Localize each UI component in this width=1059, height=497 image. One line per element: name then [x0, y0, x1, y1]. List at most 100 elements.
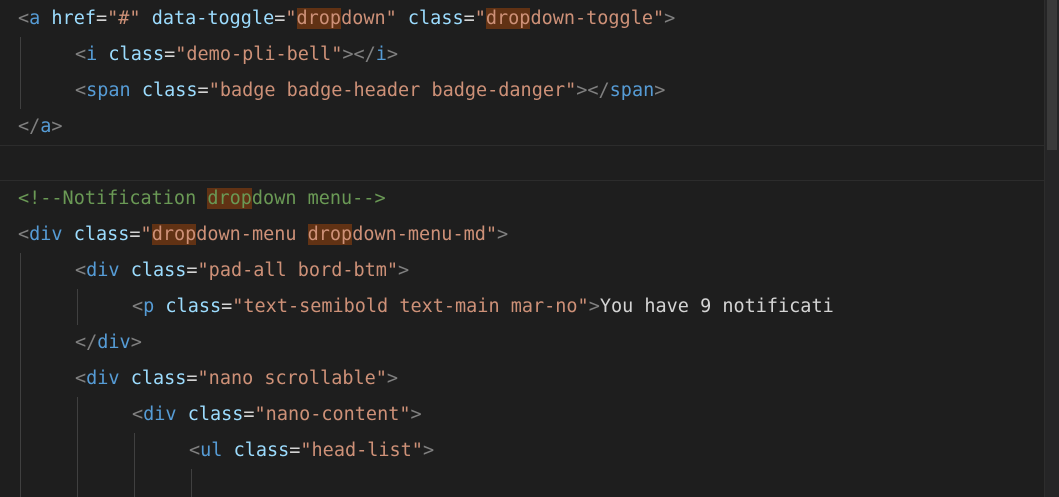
- code-token: class: [187, 404, 244, 425]
- code-token: >: [398, 260, 410, 281]
- code-token: >: [422, 440, 435, 461]
- code-token: =: [274, 8, 286, 29]
- code-token: <!--Notification: [18, 188, 208, 209]
- code-token: i: [375, 44, 387, 65]
- search-match: drop: [151, 224, 197, 245]
- code-token: <: [132, 296, 144, 317]
- code-editor[interactable]: <a href="#" data-toggle="dropdown" class…: [0, 0, 1059, 497]
- code-token: div: [86, 260, 120, 281]
- code-token: <: [75, 260, 87, 281]
- code-token: class: [130, 368, 187, 389]
- code-line[interactable]: [0, 469, 1045, 497]
- code-line[interactable]: </a>: [0, 109, 1045, 145]
- code-token: =: [129, 224, 141, 245]
- code-token: <: [75, 44, 87, 65]
- code-token: a: [40, 116, 52, 137]
- code-line[interactable]: <a href="#" data-toggle="dropdown" class…: [0, 1, 1045, 37]
- code-token: span: [86, 80, 131, 101]
- code-token: "nano scrollable": [197, 368, 387, 389]
- search-match: drop: [485, 8, 531, 29]
- search-match: drop: [207, 188, 252, 209]
- code-token: class: [165, 296, 222, 317]
- code-token: <: [75, 80, 87, 101]
- code-token: "badge badge-header badge-danger": [208, 80, 577, 101]
- code-token: <: [18, 8, 30, 29]
- code-token: =: [95, 8, 108, 29]
- code-token: </: [75, 332, 98, 353]
- code-token: You have 9 notificati: [599, 296, 834, 317]
- code-token: </: [18, 116, 41, 137]
- code-token: class: [130, 260, 187, 281]
- code-token: "head-list": [300, 440, 423, 461]
- code-token: >: [664, 8, 676, 29]
- code-token: >: [410, 404, 422, 425]
- code-line[interactable]: </div>: [0, 325, 1045, 361]
- code-token: <: [75, 368, 87, 389]
- code-token: >: [497, 224, 509, 245]
- code-token: ": [474, 8, 486, 29]
- code-line[interactable]: <p class="text-semibold text-main mar-no…: [0, 289, 1045, 325]
- code-token: class: [141, 80, 198, 101]
- code-token: =: [186, 368, 198, 389]
- code-line[interactable]: <!--Notification dropdown menu-->: [0, 181, 1045, 217]
- code-token: <: [132, 404, 144, 425]
- code-token: =: [289, 440, 301, 461]
- search-match: drop: [307, 224, 353, 245]
- code-token: =: [197, 80, 209, 101]
- code-token: down menu-->: [251, 188, 386, 209]
- code-line[interactable]: <div class="nano scrollable">: [0, 361, 1045, 397]
- code-line[interactable]: <div class="dropdown-menu dropdown-menu-…: [0, 217, 1045, 253]
- code-token: "#": [107, 8, 141, 29]
- code-line[interactable]: <ul class="head-list">: [0, 433, 1045, 469]
- code-token: ></: [576, 80, 610, 101]
- code-line[interactable]: <div class="nano-content">: [0, 397, 1045, 433]
- code-token: data-toggle: [151, 8, 275, 29]
- code-token: <: [18, 224, 30, 245]
- code-token: div: [86, 368, 120, 389]
- code-token: div: [143, 404, 177, 425]
- code-token: =: [243, 404, 255, 425]
- code-token: ": [140, 224, 152, 245]
- code-line-current[interactable]: [0, 145, 1045, 181]
- code-token: span: [609, 80, 655, 101]
- code-line[interactable]: <i class="demo-pli-bell"></i>: [0, 37, 1045, 73]
- code-token: href: [51, 8, 96, 29]
- code-token: >: [386, 44, 399, 65]
- code-token: div: [97, 332, 131, 353]
- code-token: >: [654, 80, 666, 101]
- code-token: >: [51, 116, 63, 137]
- code-token: p: [143, 296, 155, 317]
- code-token: down-menu: [196, 224, 308, 245]
- code-token: class: [407, 8, 464, 29]
- code-token: down": [341, 8, 397, 29]
- code-token: down-menu-md": [352, 224, 497, 245]
- code-token: >: [130, 332, 142, 353]
- code-token: ></: [342, 44, 376, 65]
- code-token: i: [86, 44, 98, 65]
- search-match: drop: [296, 8, 342, 29]
- code-token: <: [189, 440, 201, 461]
- code-token: down-toggle": [530, 8, 665, 29]
- code-token: "pad-all bord-btm": [197, 260, 399, 281]
- code-line[interactable]: <span class="badge badge-header badge-da…: [0, 73, 1045, 109]
- code-token: class: [73, 224, 130, 245]
- code-token: ul: [200, 440, 223, 461]
- code-token: =: [164, 44, 176, 65]
- vertical-scrollbar[interactable]: [1044, 0, 1059, 497]
- scrollbar-thumb[interactable]: [1047, 0, 1057, 150]
- code-token: =: [186, 260, 198, 281]
- code-token: "demo-pli-bell": [175, 44, 343, 65]
- code-token: =: [463, 8, 475, 29]
- code-token: "nano-content": [254, 404, 411, 425]
- code-token: class: [233, 440, 290, 461]
- code-line[interactable]: <div class="pad-all bord-btm">: [0, 253, 1045, 289]
